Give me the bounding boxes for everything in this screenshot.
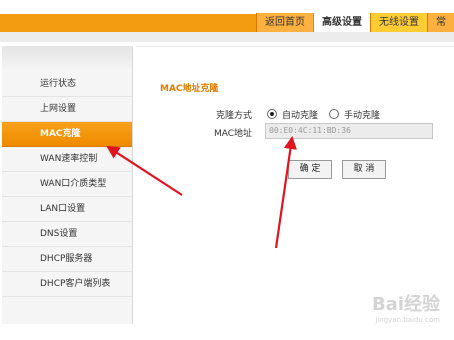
main-panel: MAC地址克隆 克隆方式 自动克隆 手动克隆 MAC地址 00:E0:4C:11… <box>136 46 454 325</box>
clone-method-label: 克隆方式 <box>215 111 252 121</box>
page-title: MAC地址克隆 <box>160 84 219 94</box>
sidebar-item-dns[interactable]: DNS设置 <box>2 222 132 247</box>
mac-address-label: MAC地址 <box>213 129 252 139</box>
cancel-button[interactable]: 取 消 <box>342 160 386 179</box>
tab-home[interactable]: 返回首页 <box>256 13 313 32</box>
tab-advanced-settings[interactable]: 高级设置 <box>313 13 370 32</box>
radio-auto-clone[interactable] <box>267 109 277 119</box>
sidebar: 运行状态 上网设置 MAC克隆 WAN速率控制 WAN口介质类型 LAN口设置 … <box>2 46 133 324</box>
top-bar: 返回首页 高级设置 无线设置 常 <box>0 0 454 32</box>
mac-address-field[interactable]: 00:E0:4C:11:BD:36 <box>265 123 433 139</box>
sidebar-item-mac-clone[interactable]: MAC克隆 <box>2 122 132 147</box>
sidebar-item-internet[interactable]: 上网设置 <box>2 97 132 122</box>
watermark-text: Bai经验 <box>371 294 440 315</box>
sidebar-item-wan-media[interactable]: WAN口介质类型 <box>2 172 132 197</box>
radio-auto-clone-label[interactable]: 自动克隆 <box>282 108 318 121</box>
radio-manual-clone-label[interactable]: 手动克隆 <box>344 108 380 121</box>
tab-common[interactable]: 常 <box>427 13 454 32</box>
radio-manual-clone[interactable] <box>329 109 339 119</box>
sidebar-header <box>2 46 132 72</box>
header-tabs: 返回首页 高级设置 无线设置 常 <box>256 13 454 32</box>
watermark-sub: jingyan.baidu.com <box>375 316 440 324</box>
confirm-button[interactable]: 确 定 <box>288 160 332 179</box>
sidebar-item-dhcp-clients[interactable]: DHCP客户端列表 <box>2 272 132 297</box>
sidebar-item-status[interactable]: 运行状态 <box>2 72 132 97</box>
sub-bar <box>0 32 454 42</box>
sidebar-item-wan-rate[interactable]: WAN速率控制 <box>2 147 132 172</box>
tab-wireless-settings[interactable]: 无线设置 <box>370 13 427 32</box>
sidebar-item-dhcp-server[interactable]: DHCP服务器 <box>2 247 132 272</box>
sidebar-item-lan[interactable]: LAN口设置 <box>2 197 132 222</box>
watermark-logo: Bai经验 jingyan.baidu.com <box>372 290 440 324</box>
